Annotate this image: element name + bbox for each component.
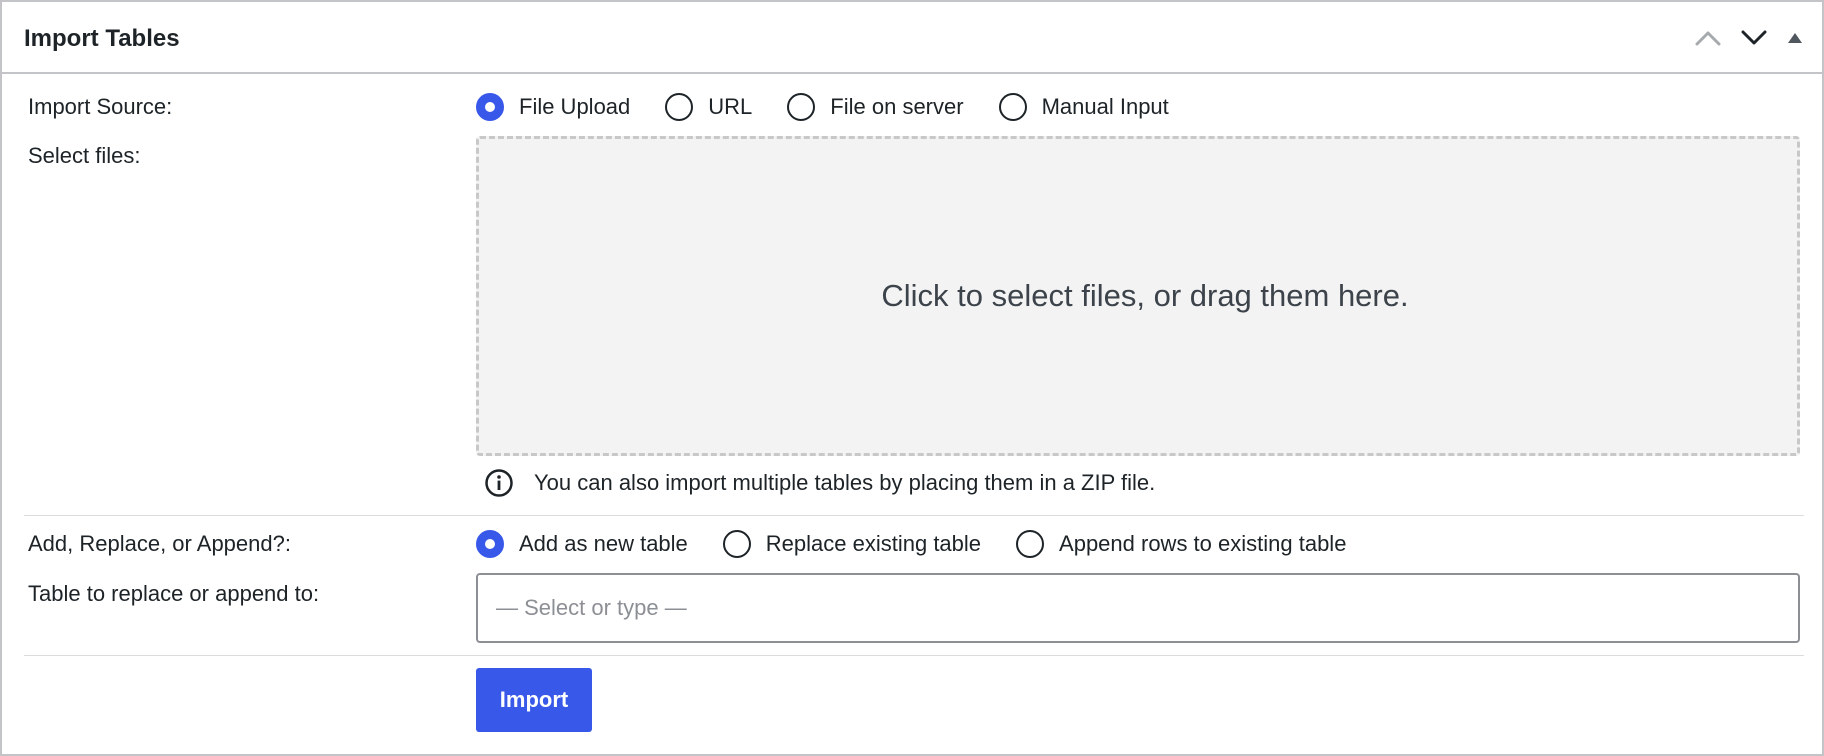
radio-url[interactable]: URL bbox=[665, 93, 752, 121]
radio-append-rows[interactable]: Append rows to existing table bbox=[1016, 530, 1346, 558]
import-tables-panel: Import Tables Import Source: File Upload… bbox=[0, 0, 1824, 756]
radio-button[interactable] bbox=[1016, 530, 1045, 558]
section-divider bbox=[24, 515, 1804, 516]
radio-button[interactable] bbox=[476, 530, 504, 558]
radio-label: URL bbox=[708, 94, 753, 119]
radio-label: Replace existing table bbox=[765, 531, 982, 556]
target-table-combobox[interactable] bbox=[476, 573, 1800, 643]
radio-label: Add as new table bbox=[519, 531, 688, 556]
info-icon bbox=[485, 469, 513, 497]
radio-label: File on server bbox=[830, 94, 964, 119]
radio-button[interactable] bbox=[722, 530, 751, 558]
import-type-radio-group: Add as new table Replace existing table … bbox=[476, 527, 1381, 561]
target-table-label: Table to replace or append to: bbox=[28, 581, 320, 606]
zip-info-note: You can also import multiple tables by p… bbox=[484, 468, 1155, 498]
dropzone-text: Click to select files, or drag them here… bbox=[881, 278, 1409, 313]
import-source-label: Import Source: bbox=[28, 94, 173, 119]
radio-file-on-server[interactable]: File on server bbox=[787, 93, 964, 121]
radio-button[interactable] bbox=[787, 93, 816, 121]
radio-label: File Upload bbox=[519, 94, 631, 119]
import-source-radio-group: File Upload URL File on server Manual In… bbox=[476, 90, 1204, 124]
radio-manual-input[interactable]: Manual Input bbox=[998, 93, 1169, 121]
radio-replace-existing-table[interactable]: Replace existing table bbox=[722, 530, 982, 558]
info-text: You can also import multiple tables by p… bbox=[534, 470, 1156, 495]
radio-button[interactable] bbox=[998, 93, 1027, 121]
move-down-button[interactable] bbox=[1734, 20, 1774, 56]
chevron-up-icon bbox=[1695, 31, 1721, 46]
radio-label: Manual Input bbox=[1041, 94, 1169, 119]
radio-button[interactable] bbox=[665, 93, 694, 121]
select-files-label: Select files: bbox=[28, 143, 141, 168]
move-up-button[interactable] bbox=[1688, 20, 1728, 56]
radio-add-new-table[interactable]: Add as new table bbox=[476, 530, 688, 558]
panel-header: Import Tables bbox=[2, 2, 1822, 74]
radio-label: Append rows to existing table bbox=[1059, 531, 1347, 556]
section-divider bbox=[24, 655, 1804, 656]
radio-file-upload[interactable]: File Upload bbox=[476, 93, 630, 121]
triangle-up-icon bbox=[1788, 33, 1802, 43]
file-dropzone[interactable]: Click to select files, or drag them here… bbox=[476, 136, 1800, 456]
panel-title: Import Tables bbox=[24, 25, 180, 52]
chevron-down-icon bbox=[1741, 30, 1767, 45]
toggle-panel-button[interactable] bbox=[1780, 20, 1810, 56]
import-type-label: Add, Replace, or Append?: bbox=[28, 531, 291, 556]
radio-button[interactable] bbox=[476, 93, 504, 121]
import-button[interactable]: Import bbox=[476, 668, 592, 732]
